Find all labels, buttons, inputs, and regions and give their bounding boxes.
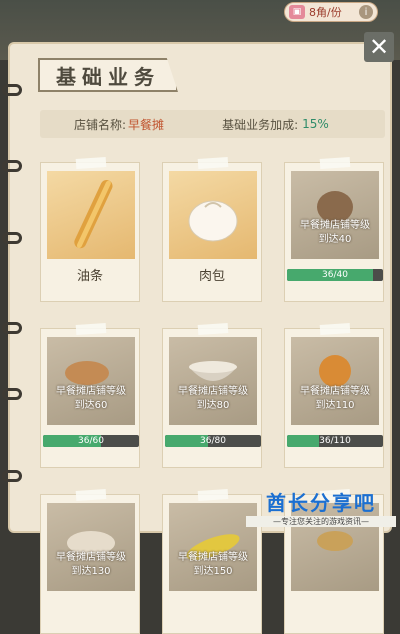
tape-decoration bbox=[319, 322, 351, 336]
tape-decoration bbox=[75, 156, 107, 170]
item-name: 肉包 bbox=[198, 269, 225, 284]
unlock-requirement: 早餐摊店铺等级 到达40 bbox=[300, 220, 370, 245]
unlock-progress-bar: 36/80 bbox=[165, 435, 261, 447]
item-card-baozi[interactable]: 肉包 bbox=[162, 156, 262, 302]
panel-title-tab: 基础业务 bbox=[38, 58, 178, 92]
shop-name-label: 店铺名称: bbox=[74, 117, 127, 132]
unlock-progress-bar: 36/40 bbox=[287, 269, 383, 281]
price-text: 8角/份 bbox=[309, 6, 342, 19]
unlock-progress-bar: 36/60 bbox=[43, 435, 139, 447]
panel-title: 基础业务 bbox=[56, 64, 160, 89]
shop-info-bar: 店铺名称: 早餐摊 基础业务加成: 15% bbox=[40, 110, 385, 138]
unlock-requirement: 早餐摊店铺等级 到达130 bbox=[56, 552, 126, 577]
notebook-rings bbox=[0, 60, 22, 500]
bonus-label: 基础业务加成: bbox=[222, 117, 299, 132]
close-button[interactable]: ✕ bbox=[364, 32, 394, 62]
watermark-tagline: —专注您关注的游戏资讯— bbox=[246, 516, 396, 527]
progress-text: 36/60 bbox=[78, 436, 104, 446]
tape-decoration bbox=[75, 322, 107, 336]
tape-decoration bbox=[75, 488, 107, 502]
item-card-locked[interactable]: 早餐摊店铺等级 到达110 36/110 bbox=[284, 322, 384, 468]
business-panel: 基础业务 店铺名称: 早餐摊 基础业务加成: 15% 油条 肉包 早餐摊店铺等级… bbox=[8, 42, 392, 634]
ring-icon bbox=[2, 160, 22, 172]
ring-icon bbox=[2, 470, 22, 482]
price-badge[interactable]: ▣ 8角/份 i bbox=[284, 2, 378, 22]
item-card-locked[interactable]: 早餐摊店铺等级 到达80 36/80 bbox=[162, 322, 262, 468]
baozi-icon bbox=[169, 171, 257, 259]
watermark-brand: 酋长分享吧 bbox=[266, 491, 376, 515]
unlock-progress-bar: 36/110 bbox=[287, 435, 383, 447]
item-card-locked[interactable]: 早餐摊店铺等级 到达60 36/60 bbox=[40, 322, 140, 468]
ring-icon bbox=[2, 322, 22, 334]
tape-decoration bbox=[197, 156, 229, 170]
item-card-youtiao[interactable]: 油条 bbox=[40, 156, 140, 302]
watermark: 酋长分享吧 —专注您关注的游戏资讯— bbox=[246, 487, 396, 531]
close-icon: ✕ bbox=[368, 33, 390, 61]
ring-icon bbox=[2, 232, 22, 244]
shop-name-value: 早餐摊 bbox=[128, 117, 165, 132]
unlock-requirement: 早餐摊店铺等级 到达150 bbox=[178, 552, 248, 577]
item-card-locked[interactable]: 早餐摊店铺等级 到达130 bbox=[40, 488, 140, 634]
bonus-value: 15% bbox=[302, 117, 329, 131]
gift-icon: ▣ bbox=[289, 5, 305, 19]
tape-decoration bbox=[197, 488, 229, 502]
unlock-requirement: 早餐摊店铺等级 到达80 bbox=[178, 386, 248, 411]
progress-text: 36/80 bbox=[200, 436, 226, 446]
tape-decoration bbox=[197, 322, 229, 336]
ring-icon bbox=[2, 388, 22, 400]
item-name: 油条 bbox=[76, 269, 103, 284]
unlock-requirement: 早餐摊店铺等级 到达110 bbox=[300, 386, 370, 411]
youtiao-icon bbox=[47, 171, 135, 259]
progress-text: 36/40 bbox=[322, 270, 348, 280]
info-icon[interactable]: i bbox=[359, 5, 373, 19]
unlock-requirement: 早餐摊店铺等级 到达60 bbox=[56, 386, 126, 411]
item-card-locked[interactable]: 早餐摊店铺等级 到达40 36/40 bbox=[284, 156, 384, 302]
progress-text: 36/110 bbox=[319, 436, 351, 446]
tape-decoration bbox=[319, 156, 351, 170]
ring-icon bbox=[2, 84, 22, 96]
